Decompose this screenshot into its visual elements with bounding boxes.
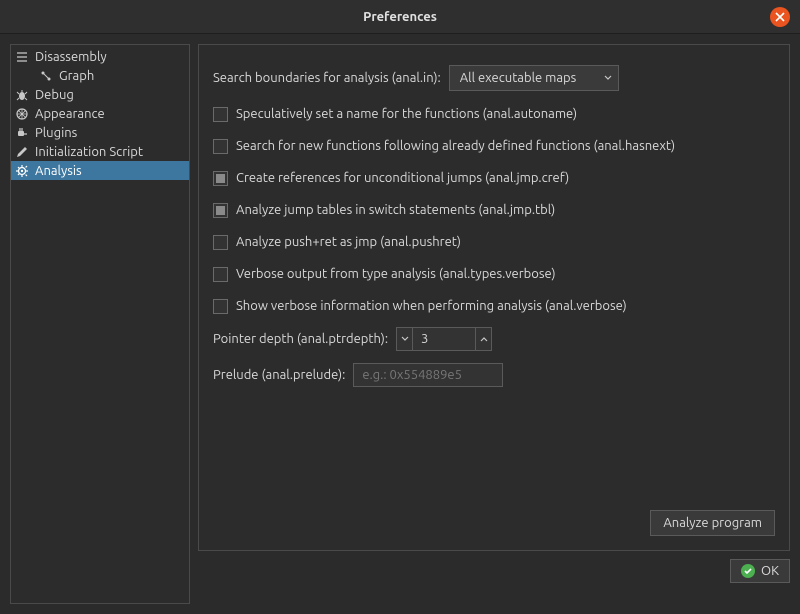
ptrdepth-row: Pointer depth (anal.ptrdepth): 3: [213, 327, 775, 351]
sidebar-item-debug[interactable]: Debug: [11, 85, 189, 104]
check-pushret[interactable]: Analyze push+ret as jmp (anal.pushret): [213, 231, 775, 253]
footer: OK: [198, 559, 790, 583]
disassembly-icon: [15, 50, 29, 64]
window-title: Preferences: [363, 10, 437, 24]
checkbox-label: Analyze jump tables in switch statements…: [236, 203, 555, 217]
check-icon: [741, 564, 755, 578]
sidebar-item-label: Debug: [35, 88, 74, 102]
graph-icon: [39, 69, 53, 83]
checkbox[interactable]: [213, 203, 228, 218]
checkbox[interactable]: [213, 107, 228, 122]
prelude-row: Prelude (anal.prelude): e.g.: 0x554889e5: [213, 363, 775, 387]
combo-value: All executable maps: [460, 71, 577, 85]
sidebar-item-label: Initialization Script: [35, 145, 143, 159]
sidebar-item-plugins[interactable]: Plugins: [11, 123, 189, 142]
checkbox-label: Show verbose information when performing…: [236, 299, 627, 313]
sidebar-item-disassembly[interactable]: Disassembly: [11, 47, 189, 66]
sidebar-item-init-script[interactable]: Initialization Script: [11, 142, 189, 161]
close-icon: [775, 12, 785, 22]
checkbox[interactable]: [213, 299, 228, 314]
checkbox[interactable]: [213, 171, 228, 186]
sidebar-item-appearance[interactable]: Appearance: [11, 104, 189, 123]
analyze-program-button[interactable]: Analyze program: [650, 510, 775, 536]
titlebar: Preferences: [0, 0, 800, 34]
sidebar-item-label: Disassembly: [35, 50, 107, 64]
search-boundaries-row: Search boundaries for analysis (anal.in)…: [213, 65, 775, 91]
checkbox[interactable]: [213, 139, 228, 154]
sidebar-item-label: Analysis: [35, 164, 82, 178]
ok-button[interactable]: OK: [730, 559, 790, 583]
check-jmp-cref[interactable]: Create references for unconditional jump…: [213, 167, 775, 189]
check-autoname[interactable]: Speculatively set a name for the functio…: [213, 103, 775, 125]
bug-icon: [15, 88, 29, 102]
checkbox-label: Analyze push+ret as jmp (anal.pushret): [236, 235, 461, 249]
analyze-button-label: Analyze program: [663, 516, 762, 530]
checkbox-label: Speculatively set a name for the functio…: [236, 107, 577, 121]
checkbox[interactable]: [213, 267, 228, 282]
dialog-body: Disassembly Graph Debug Appearance Plugi…: [0, 34, 800, 614]
search-boundaries-combo[interactable]: All executable maps: [449, 65, 619, 91]
check-jmp-tbl[interactable]: Analyze jump tables in switch statements…: [213, 199, 775, 221]
sidebar-item-graph[interactable]: Graph: [11, 66, 189, 85]
sidebar-item-label: Plugins: [35, 126, 77, 140]
aperture-icon: [15, 107, 29, 121]
main-area: Search boundaries for analysis (anal.in)…: [198, 44, 790, 604]
checkbox-label: Create references for unconditional jump…: [236, 171, 569, 185]
check-hasnext[interactable]: Search for new functions following alrea…: [213, 135, 775, 157]
prelude-placeholder: e.g.: 0x554889e5: [362, 368, 462, 382]
sidebar-item-label: Appearance: [35, 107, 105, 121]
sidebar-item-label: Graph: [59, 69, 94, 83]
pencil-icon: [15, 145, 29, 159]
prelude-label: Prelude (anal.prelude):: [213, 368, 345, 382]
check-verbose[interactable]: Show verbose information when performing…: [213, 295, 775, 317]
close-button[interactable]: [770, 7, 790, 27]
checkbox[interactable]: [213, 235, 228, 250]
chevron-down-icon: [604, 71, 612, 85]
search-boundaries-label: Search boundaries for analysis (anal.in)…: [213, 71, 441, 85]
spin-up-button[interactable]: [475, 328, 491, 350]
spacer: [213, 399, 775, 510]
checkbox-label: Verbose output from type analysis (anal.…: [236, 267, 556, 281]
sidebar: Disassembly Graph Debug Appearance Plugi…: [10, 44, 190, 604]
gear-icon: [15, 164, 29, 178]
plug-icon: [15, 126, 29, 140]
prelude-input[interactable]: e.g.: 0x554889e5: [353, 363, 503, 387]
sidebar-item-analysis[interactable]: Analysis: [11, 161, 189, 180]
spin-down-button[interactable]: [397, 328, 413, 350]
ptrdepth-label: Pointer depth (anal.ptrdepth):: [213, 332, 388, 346]
check-types-verbose[interactable]: Verbose output from type analysis (anal.…: [213, 263, 775, 285]
ok-label: OK: [761, 564, 779, 578]
ptrdepth-spinner[interactable]: 3: [396, 327, 492, 351]
checkbox-label: Search for new functions following alrea…: [236, 139, 675, 153]
analysis-panel: Search boundaries for analysis (anal.in)…: [198, 44, 790, 551]
spin-value: 3: [413, 332, 475, 346]
